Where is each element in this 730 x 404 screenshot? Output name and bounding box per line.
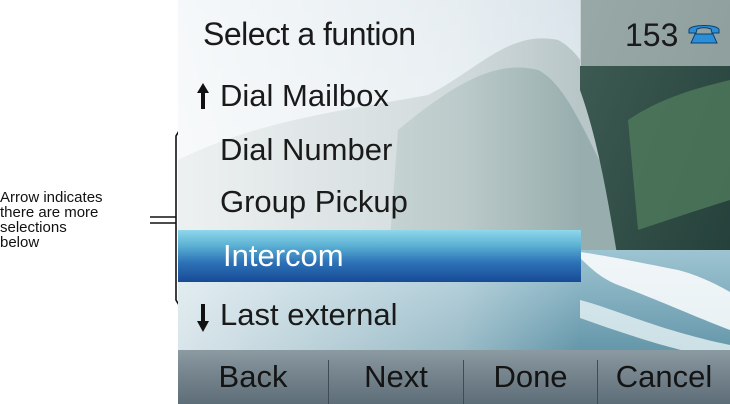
phone-handset-icon <box>688 25 720 44</box>
menu-item-dial-number[interactable]: Dial Number <box>178 124 580 176</box>
menu-item-group-pickup[interactable]: Group Pickup <box>178 176 580 228</box>
screen-title: Select a funtion <box>203 16 416 52</box>
annotation-line: below <box>0 234 40 251</box>
menu-item-label: Dial Number <box>220 132 393 167</box>
softkey-bar: Back Next Done Cancel <box>178 350 730 404</box>
annotation-line: Arrow indicates <box>0 189 103 206</box>
menu-item-dial-mailbox[interactable]: Dial Mailbox <box>178 70 580 122</box>
menu-item-label: Dial Mailbox <box>220 78 389 113</box>
softkey-done-button[interactable]: Done <box>464 350 597 404</box>
menu-item-label: Intercom <box>223 238 344 273</box>
menu-item-label: Last external <box>220 297 398 332</box>
menu-item-label: Group Pickup <box>220 184 408 219</box>
line-status-box: 153 <box>580 0 730 66</box>
scroll-up-arrow-icon <box>197 83 209 109</box>
softkey-next-button[interactable]: Next <box>329 350 463 404</box>
annotation-text: Arrow indicates there are more selection… <box>0 190 160 250</box>
menu-item-last-external[interactable]: Last external <box>178 289 580 341</box>
menu-item-intercom[interactable]: Intercom <box>178 230 581 282</box>
phone-screen: Select a funtion 153 Dial Mailbox Dial N… <box>178 0 730 404</box>
line-number: 153 <box>625 17 679 53</box>
annotation-line: there are more <box>0 204 99 221</box>
scroll-down-arrow-icon <box>197 304 209 332</box>
annotation-line: selections <box>0 219 67 236</box>
softkey-cancel-button[interactable]: Cancel <box>598 350 730 404</box>
softkey-back-button[interactable]: Back <box>178 350 328 404</box>
